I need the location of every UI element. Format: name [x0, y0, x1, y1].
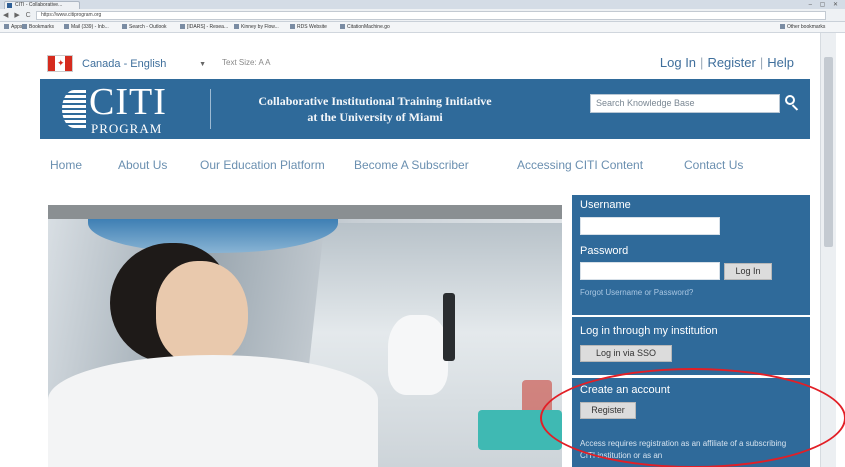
chevron-down-icon: ▼ — [199, 61, 206, 68]
annotation-circle — [540, 368, 845, 467]
site-banner: CITI PROGRAM Collaborative Institutional… — [40, 79, 810, 139]
language-select[interactable]: Canada - English ▼ — [82, 57, 206, 72]
username-field[interactable] — [580, 217, 720, 235]
nav-item-contact[interactable]: Contact Us — [684, 158, 743, 172]
login-link[interactable]: Log In — [660, 55, 696, 70]
bookmark-item[interactable]: Apps — [4, 22, 22, 33]
scroll-thumb[interactable] — [824, 57, 833, 247]
bookmark-item[interactable]: Mail (339) - Inb... — [64, 22, 109, 33]
password-label: Password — [580, 245, 629, 257]
hero-image — [48, 205, 562, 467]
password-field[interactable] — [580, 262, 720, 280]
other-bookmarks[interactable]: Other bookmarks — [780, 22, 825, 33]
utility-bar: ✦ Canada - English ▼ Text Size: A A Log … — [10, 33, 820, 79]
tagline-line-2: at the University of Miami — [307, 110, 443, 124]
browser-tab[interactable]: CITI - Collaborative... — [4, 1, 80, 9]
citi-logo[interactable]: CITI PROGRAM — [62, 81, 200, 136]
forgot-credentials-link[interactable]: Forgot Username or Password? — [580, 288, 693, 297]
username-label: Username — [580, 199, 631, 211]
bookmark-item[interactable]: CitationMachine.go — [340, 22, 390, 33]
site-tagline: Collaborative Institutional Training Ini… — [210, 93, 540, 125]
nav-buttons[interactable]: ◀ ▶ C — [3, 11, 33, 19]
separator: | — [759, 55, 764, 70]
nav-item-about[interactable]: About Us — [118, 158, 167, 172]
window-controls[interactable]: – ▢ ✕ — [809, 1, 841, 8]
institution-heading: Log in through my institution — [580, 325, 718, 337]
nav-item-accessing-content[interactable]: Accessing CITI Content — [517, 158, 643, 172]
logo-subtitle: PROGRAM — [91, 121, 163, 136]
bookmark-item[interactable]: Kinney by Flow... — [234, 22, 279, 33]
bookmark-item[interactable]: [IDARS] - Resea... — [180, 22, 228, 33]
register-link[interactable]: Register — [707, 55, 755, 70]
canada-flag-icon: ✦ — [47, 55, 73, 72]
nav-item-subscriber[interactable]: Become A Subscriber — [354, 158, 469, 172]
login-panel: Username Password Log In Forgot Username… — [572, 195, 810, 315]
language-value: Canada - English — [82, 58, 167, 70]
nav-item-home[interactable]: Home — [50, 158, 82, 172]
tab-title: CITI - Collaborative... — [15, 2, 63, 8]
tagline-line-1: Collaborative Institutional Training Ini… — [258, 94, 492, 108]
bookmarks-bar: Apps Bookmarks Mail (339) - Inb... Searc… — [0, 22, 845, 33]
account-links: Log In | Register | Help — [660, 55, 794, 70]
globe-icon — [62, 90, 86, 128]
bookmark-item[interactable]: Bookmarks — [22, 22, 54, 33]
sso-login-button[interactable]: Log in via SSO — [580, 345, 672, 362]
favicon-icon — [7, 3, 12, 8]
address-bar: ◀ ▶ C https://www.citiprogram.org — [0, 9, 845, 22]
bookmark-item[interactable]: Search - Outlook — [122, 22, 167, 33]
url-input[interactable]: https://www.citiprogram.org — [36, 11, 826, 20]
logo-wordmark: CITI — [89, 81, 167, 123]
nav-item-education-platform[interactable]: Our Education Platform — [200, 158, 325, 172]
search-icon[interactable] — [781, 92, 801, 112]
help-link[interactable]: Help — [767, 55, 794, 70]
institution-login-panel: Log in through my institution Log in via… — [572, 317, 810, 375]
search-input[interactable]: Search Knowledge Base — [590, 94, 780, 113]
login-button[interactable]: Log In — [724, 263, 772, 280]
separator: | — [700, 55, 704, 70]
bookmark-item[interactable]: RDS Website — [290, 22, 327, 33]
text-size-control[interactable]: Text Size: A A — [222, 58, 270, 67]
browser-title-bar: CITI - Collaborative... – ▢ ✕ — [0, 0, 845, 9]
